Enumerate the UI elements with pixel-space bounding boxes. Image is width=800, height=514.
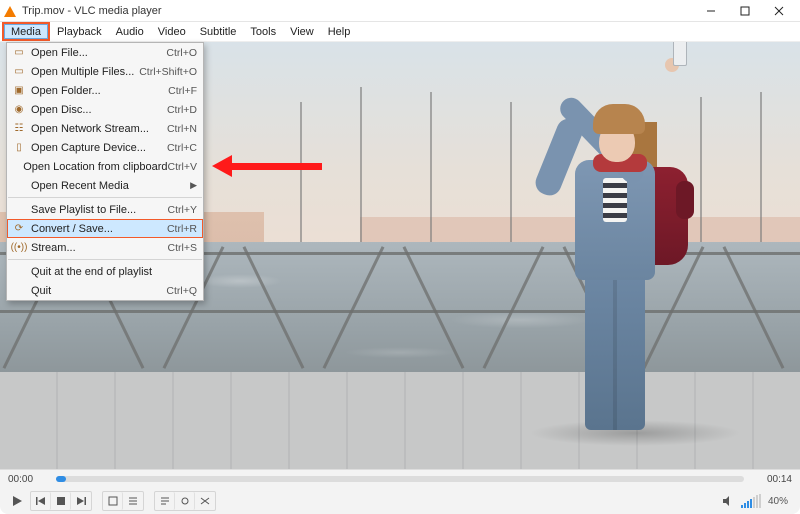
play-button[interactable]: [6, 491, 28, 511]
menu-media[interactable]: Media: [4, 24, 48, 39]
menu-convert-save[interactable]: ⟳Convert / Save...Ctrl+R: [7, 219, 203, 238]
menu-open-disc[interactable]: ◉Open Disc...Ctrl+D: [7, 100, 203, 119]
network-icon: ☷: [11, 123, 27, 134]
folder-icon: ▣: [11, 85, 27, 96]
minimize-button[interactable]: [694, 0, 728, 22]
menu-open-capture[interactable]: ▯Open Capture Device...Ctrl+C: [7, 138, 203, 157]
menu-open-recent[interactable]: Open Recent Media▶: [7, 176, 203, 195]
files-icon: ▭: [11, 66, 27, 77]
menu-stream[interactable]: ((•))Stream...Ctrl+S: [7, 238, 203, 257]
media-dropdown: ▭Open File...Ctrl+O ▭Open Multiple Files…: [6, 42, 204, 301]
convert-icon: ⟳: [11, 223, 27, 234]
close-button[interactable]: [762, 0, 796, 22]
menu-open-clipboard[interactable]: Open Location from clipboardCtrl+V: [7, 157, 203, 176]
menu-subtitle[interactable]: Subtitle: [193, 22, 244, 41]
capture-icon: ▯: [11, 142, 27, 153]
menu-playback[interactable]: Playback: [50, 22, 109, 41]
annotation-arrow: [212, 157, 322, 175]
menu-open-file[interactable]: ▭Open File...Ctrl+O: [7, 43, 203, 62]
volume-percent: 40%: [768, 496, 788, 507]
stream-icon: ((•)): [11, 242, 27, 253]
fullscreen-button[interactable]: [103, 492, 123, 510]
time-current: 00:00: [8, 474, 48, 485]
prev-button[interactable]: [31, 492, 51, 510]
menu-save-playlist[interactable]: Save Playlist to File...Ctrl+Y: [7, 200, 203, 219]
playlist-button[interactable]: [155, 492, 175, 510]
vlc-cone-icon: [4, 5, 16, 17]
submenu-arrow-icon: ▶: [190, 180, 197, 191]
file-icon: ▭: [11, 47, 27, 58]
ext-settings-button[interactable]: [123, 492, 143, 510]
shuffle-button[interactable]: [195, 492, 215, 510]
menu-open-folder[interactable]: ▣Open Folder...Ctrl+F: [7, 81, 203, 100]
menu-video[interactable]: Video: [151, 22, 193, 41]
highlight-media-menu: Media: [2, 22, 50, 41]
menu-open-network[interactable]: ☷Open Network Stream...Ctrl+N: [7, 119, 203, 138]
loop-button[interactable]: [175, 492, 195, 510]
video-frame-person: [545, 50, 695, 430]
menu-view[interactable]: View: [283, 22, 321, 41]
next-button[interactable]: [71, 492, 91, 510]
menu-tools[interactable]: Tools: [243, 22, 283, 41]
menu-quit[interactable]: QuitCtrl+Q: [7, 281, 203, 300]
menubar: Media Playback Audio Video Subtitle Tool…: [0, 22, 800, 42]
time-duration: 00:14: [752, 474, 792, 485]
menu-quit-end[interactable]: Quit at the end of playlist: [7, 262, 203, 281]
menu-audio[interactable]: Audio: [109, 22, 151, 41]
seek-bar[interactable]: [56, 476, 744, 482]
stop-button[interactable]: [51, 492, 71, 510]
volume-slider[interactable]: [741, 494, 761, 508]
mute-button[interactable]: [717, 491, 739, 511]
player-controls: 00:00 00:14 40%: [0, 469, 800, 514]
maximize-button[interactable]: [728, 0, 762, 22]
menu-open-multiple[interactable]: ▭Open Multiple Files...Ctrl+Shift+O: [7, 62, 203, 81]
disc-icon: ◉: [11, 104, 27, 115]
window-title: Trip.mov - VLC media player: [22, 5, 162, 17]
menu-help[interactable]: Help: [321, 22, 358, 41]
titlebar: Trip.mov - VLC media player: [0, 0, 800, 22]
